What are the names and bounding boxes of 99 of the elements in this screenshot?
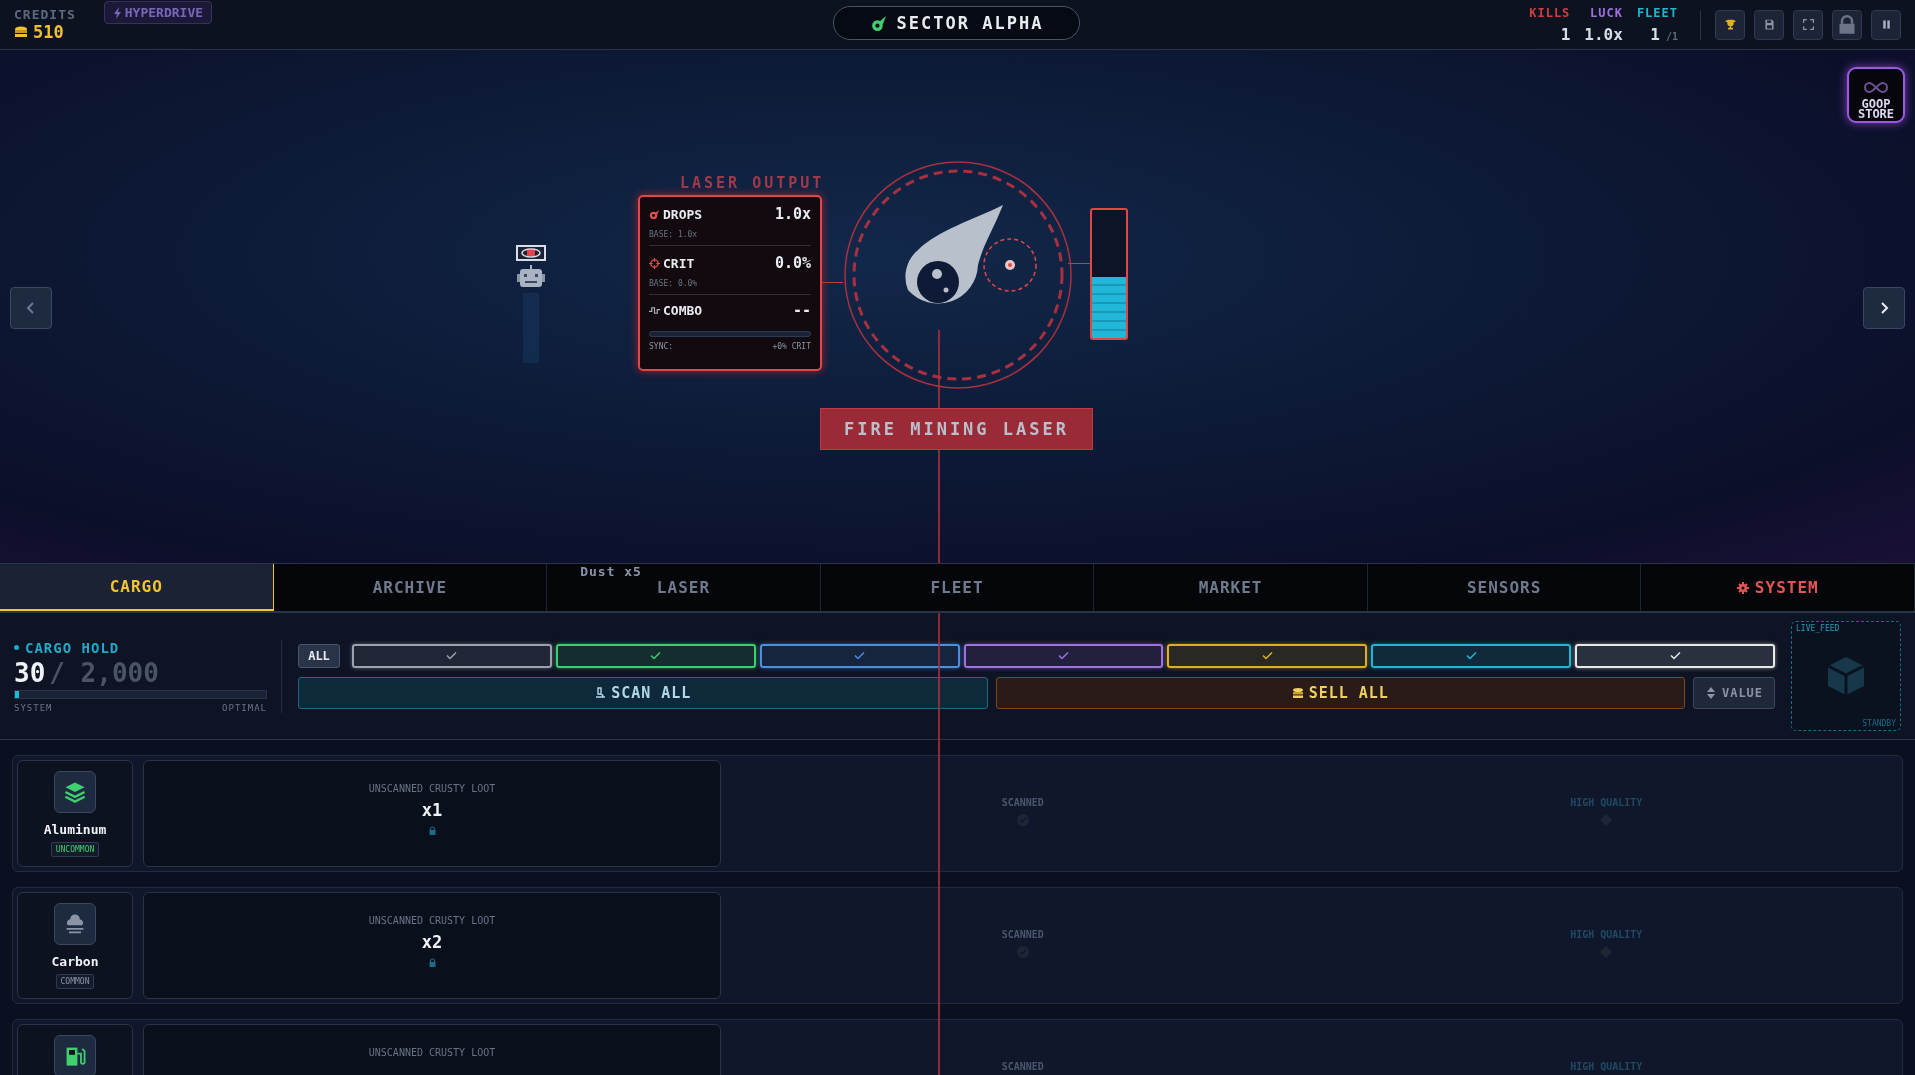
sync-label: SYNC: [649,342,674,351]
loot-card[interactable]: UNSCANNED CRUSTY LOOT x1 [143,760,721,867]
stat-value: -- [792,301,811,319]
lightning-icon [112,6,122,19]
scan-all-button[interactable]: SCAN ALL [298,676,988,709]
base-value: BASE: 0.0% [649,279,699,288]
tab[interactable]: SYSTEM [1641,564,1915,611]
rarity-tag: COMMON [55,974,95,989]
meteor-icon [649,208,660,220]
rarity-tag: UNCOMMON [50,842,100,857]
tab[interactable]: ARCHIVE [273,564,548,611]
pause-button[interactable] [1871,9,1901,40]
check-icon [1261,651,1273,660]
check-icon [446,651,458,660]
stat-label: CRIT [663,255,695,271]
credits-label: CREDITS [14,8,76,21]
stat-label: DROPS [663,206,703,222]
meteor-icon [869,14,887,32]
bar-label: SYSTEM [14,702,53,713]
bar-label: OPTIMAL [222,702,267,713]
loot-label: UNSCANNED CRUSTY LOOT [368,915,496,926]
rarity-filter-toggle[interactable] [759,643,960,668]
goop-store-button[interactable]: GOOP STORE [1847,67,1905,123]
lock-button[interactable] [1832,9,1862,40]
stat-label: FLEET [1636,6,1678,19]
cargo-capacity: / 2,000 [49,657,159,688]
stat-value: 1 /1 [1650,26,1678,43]
tab[interactable]: SENSORS [1367,564,1642,611]
quality-label: HIGH QUALITY [1570,929,1643,940]
check-icon [650,651,662,660]
sync-value: +0% CRIT [772,342,811,351]
status-dot [14,645,19,650]
coins-icon [14,25,28,40]
item-name: Aluminum [43,822,107,837]
quality-label: HIGH QUALITY [1570,797,1643,808]
save-button[interactable] [1754,9,1784,40]
save-icon [1762,18,1776,31]
coins-icon [1291,686,1304,699]
microscope-icon [594,686,607,699]
credits-value: 510 [33,24,64,41]
crosshair-icon [649,257,660,269]
loot-card[interactable]: UNSCANNED CRUSTY LOOT [143,1024,721,1075]
tab[interactable]: CARGO [0,564,274,611]
fullscreen-button[interactable] [1793,9,1823,40]
stat-value: 1.0x [1584,26,1623,43]
infinity-icon [1863,80,1889,94]
stat-value: 0.0% [774,254,811,272]
all-filter-button[interactable]: ALL [298,643,340,668]
check-icon [1669,651,1681,660]
tab-note: Dust x5 [580,564,642,579]
rarity-filter-toggle[interactable] [1167,643,1368,668]
lock-icon [427,958,437,967]
feed-status: STANDBY [1862,719,1896,728]
loot-count: x2 [421,932,443,952]
panel-title: LASER OUTPUT [680,174,825,192]
rarity-filter-toggle[interactable] [352,643,552,668]
sell-all-button[interactable]: SELL ALL [995,676,1685,709]
rarity-filter-toggle[interactable] [1371,643,1572,668]
stat-label: COMBO [663,302,703,318]
pulse-icon [649,304,660,316]
check-icon [1465,651,1477,660]
sort-icon [1704,686,1717,699]
fullscreen-icon [1801,18,1815,31]
rarity-filter-toggle[interactable] [555,643,756,668]
item-card[interactable]: Aluminum UNCOMMON [17,760,133,867]
stat-label: KILLS [1529,6,1571,19]
layers-icon [63,780,87,804]
trophy-button[interactable] [1715,9,1745,40]
sort-button[interactable]: VALUE [1693,676,1775,709]
item-card[interactable]: Carbon COMMON [17,892,133,999]
stat-value: 1 [1560,26,1571,43]
stat-value: 1.0x [774,205,811,223]
fire-laser-button[interactable]: FIRE MINING LASER [820,408,1093,450]
gear-icon [1736,581,1749,594]
scanned-label: SCANNED [1001,797,1044,808]
scanned-label: SCANNED [1001,929,1044,940]
tab[interactable]: MARKET [1094,564,1368,611]
stat-label: LUCK [1589,6,1623,19]
quality-label: HIGH QUALITY [1570,1061,1643,1072]
cargo-hold-title: CARGO HOLD [25,639,120,656]
cargo-count: 30 [14,657,46,688]
tab[interactable]: FLEET [820,564,1095,611]
check-icon [854,651,866,660]
base-value: BASE: 1.0x [649,230,699,239]
check-icon [1058,651,1069,660]
lock-icon [427,826,437,835]
tab[interactable]: Dust x5 LASER [547,564,821,611]
feed-title: LIVE_FEED [1796,624,1841,633]
lock-icon [1837,14,1857,35]
loot-label: UNSCANNED CRUSTY LOOT [368,783,496,794]
loot-label: UNSCANNED CRUSTY LOOT [368,1047,496,1058]
hyperdrive-button[interactable]: HYPERDRIVE [103,1,213,24]
loot-card[interactable]: UNSCANNED CRUSTY LOOT x2 [143,892,721,999]
sector-name: SECTOR ALPHA [896,13,1044,33]
loot-count: x1 [421,800,443,820]
rarity-filter-toggle[interactable] [963,643,1164,668]
scanned-label: SCANNED [1001,1061,1044,1072]
trophy-icon [1723,18,1737,31]
item-name: Carbon [51,954,99,969]
